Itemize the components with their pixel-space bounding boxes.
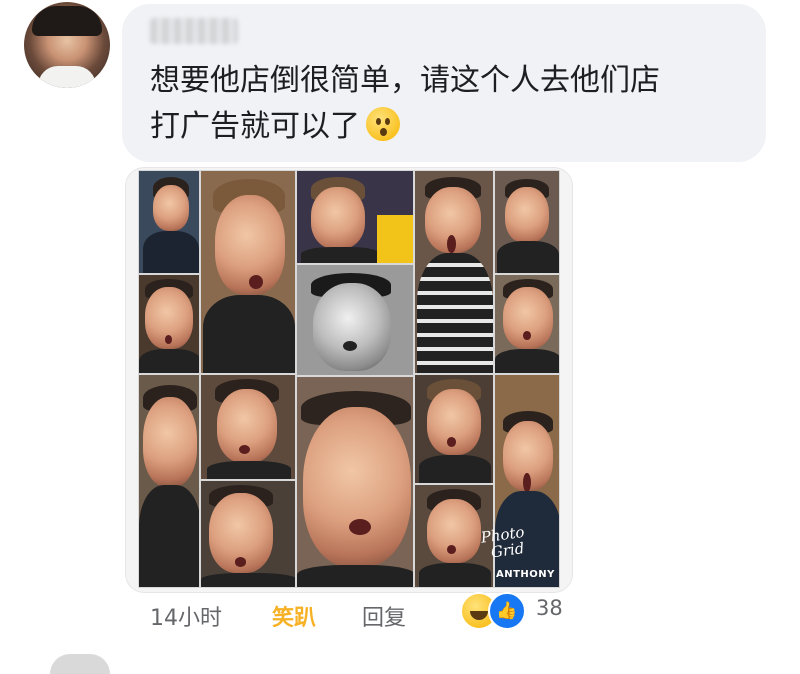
- collage-tile: [414, 374, 494, 484]
- collage-tile: [200, 374, 296, 480]
- collage-tile: [138, 274, 200, 374]
- collage-tile: [200, 480, 296, 588]
- comment-bubble: 想要他店倒很简单，请这个人去他们店 打广告就可以了: [122, 4, 766, 162]
- like-icon: 👍: [488, 592, 526, 630]
- commenter-name-blurred[interactable]: [150, 18, 238, 44]
- collage-tile: [296, 170, 414, 264]
- reply-button[interactable]: 回复: [362, 600, 406, 632]
- avatar-shirt: [38, 66, 96, 88]
- reaction-count: 38: [536, 596, 563, 620]
- comment-text-line-1: 想要他店倒很简单，请这个人去他们店: [150, 63, 660, 98]
- collage-tile: [296, 264, 414, 376]
- comment-text-line-2-content: 打广告就可以了: [150, 109, 360, 144]
- next-comment-avatar[interactable]: [50, 654, 110, 674]
- laugh-reaction-button[interactable]: 笑趴: [272, 600, 316, 632]
- astonished-face-icon: [366, 107, 400, 141]
- photo-bottom-text: ANTHONY: [496, 569, 555, 580]
- comment-text: 想要他店倒很简单，请这个人去他们店 打广告就可以了: [150, 58, 750, 150]
- comment-timestamp[interactable]: 14小时: [150, 600, 222, 632]
- photo-grid-sticker: Photo Grid: [480, 522, 538, 565]
- comment-photo[interactable]: Photo Grid ANTHONY: [126, 168, 572, 592]
- comment-text-line-2: 打广告就可以了: [150, 104, 750, 150]
- collage-tile: [138, 170, 200, 274]
- collage-tile: [494, 274, 560, 374]
- collage-tile: [200, 170, 296, 374]
- collage-tile: [414, 170, 494, 374]
- commenter-avatar[interactable]: [24, 2, 110, 88]
- collage-tile: [296, 376, 414, 588]
- collage-tile: [494, 170, 560, 274]
- collage-tile: [138, 374, 200, 588]
- avatar-hair: [32, 6, 102, 36]
- photo-collage-grid: [138, 170, 560, 588]
